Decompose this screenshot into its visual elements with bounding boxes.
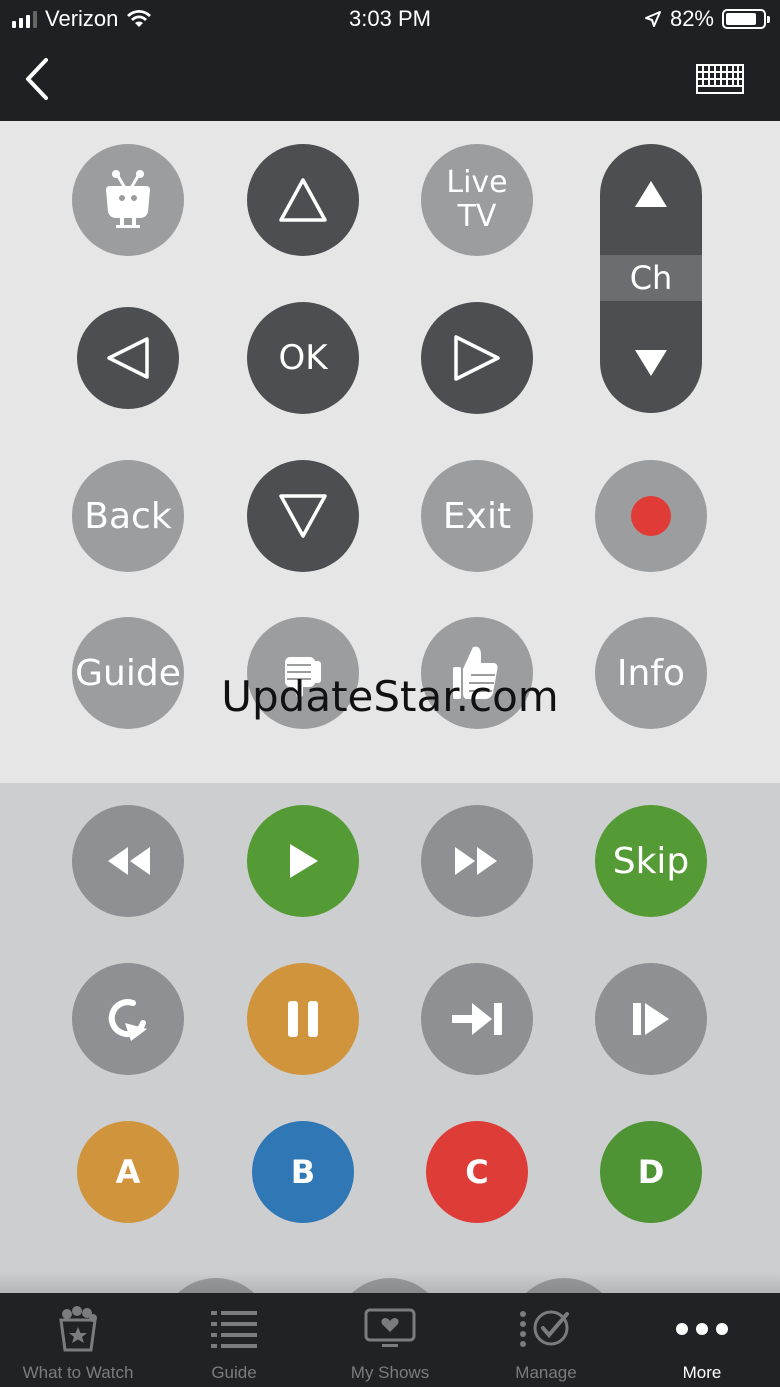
- guide-label: Guide: [75, 652, 181, 694]
- channel-control: Ch: [600, 144, 702, 413]
- back-label: Back: [84, 495, 172, 537]
- chevron-left-icon: [26, 58, 48, 100]
- tab-my-shows[interactable]: My Shows: [312, 1293, 468, 1387]
- replay-button[interactable]: [72, 963, 184, 1075]
- tab-label: What to Watch: [22, 1363, 134, 1382]
- triangle-up-solid-icon: [635, 181, 667, 207]
- c-button[interactable]: C: [426, 1121, 528, 1223]
- triangle-down-icon: [279, 494, 327, 538]
- skip-button[interactable]: Skip: [595, 805, 707, 917]
- a-label: A: [115, 1153, 141, 1191]
- pause-icon: [288, 1001, 318, 1037]
- tv-heart-icon: [364, 1303, 416, 1355]
- channel-up-button[interactable]: [600, 144, 702, 244]
- c-label: C: [465, 1153, 489, 1191]
- checklist-icon: [519, 1303, 573, 1355]
- up-button[interactable]: [247, 144, 359, 256]
- right-button[interactable]: [421, 302, 533, 414]
- info-button[interactable]: Info: [595, 617, 707, 729]
- left-button[interactable]: [77, 307, 179, 409]
- thumbs-up-button[interactable]: [421, 617, 533, 729]
- tab-label: Guide: [211, 1363, 257, 1382]
- ok-label: OK: [278, 338, 328, 378]
- tab-label: My Shows: [350, 1363, 430, 1382]
- tab-label: More: [682, 1363, 722, 1382]
- exit-label: Exit: [442, 495, 512, 537]
- list-icon: [211, 1303, 257, 1355]
- thumbs-up-icon: [453, 646, 498, 699]
- battery-icon: [722, 9, 770, 29]
- record-icon: [631, 496, 671, 536]
- ok-button[interactable]: OK: [247, 302, 359, 414]
- play-icon: [290, 844, 318, 878]
- rewind-icon: [108, 847, 150, 875]
- advance-button[interactable]: [421, 963, 533, 1075]
- tivo-logo-icon: [106, 170, 150, 228]
- live-tv-label-1: Live: [446, 165, 508, 200]
- tab-bar: What to Watch Guide My Shows Manage More: [0, 1293, 780, 1387]
- play-button[interactable]: [247, 805, 359, 917]
- rewind-button[interactable]: [72, 805, 184, 917]
- exit-button[interactable]: Exit: [421, 460, 533, 572]
- b-button[interactable]: B: [252, 1121, 354, 1223]
- advance-icon: [452, 1003, 502, 1035]
- slow-motion-button[interactable]: [595, 963, 707, 1075]
- more-dots-icon: [675, 1303, 729, 1355]
- fast-forward-button[interactable]: [421, 805, 533, 917]
- record-button[interactable]: [595, 460, 707, 572]
- tab-label: Manage: [515, 1363, 577, 1382]
- keyboard-button[interactable]: [696, 64, 744, 94]
- fast-forward-icon: [455, 847, 497, 875]
- tab-manage[interactable]: Manage: [468, 1293, 624, 1387]
- back-button[interactable]: [18, 54, 58, 104]
- tivo-button[interactable]: [72, 144, 184, 256]
- a-button[interactable]: A: [77, 1121, 179, 1223]
- keyboard-icon: [696, 64, 744, 94]
- tab-more[interactable]: More: [624, 1293, 780, 1387]
- skip-label: Skip: [612, 840, 690, 882]
- pause-button[interactable]: [247, 963, 359, 1075]
- live-tv-button[interactable]: Live TV: [421, 144, 533, 256]
- tab-what-to-watch[interactable]: What to Watch: [0, 1293, 156, 1387]
- triangle-right-icon: [454, 335, 500, 381]
- channel-label: Ch: [600, 255, 702, 301]
- d-button[interactable]: D: [600, 1121, 702, 1223]
- back-remote-button[interactable]: Back: [72, 460, 184, 572]
- scroll-shadow: [0, 1272, 780, 1293]
- nav-bar: [0, 40, 780, 121]
- status-bar: Verizon 3:03 PM 82%: [0, 0, 780, 40]
- triangle-left-icon: [107, 337, 149, 379]
- triangle-up-icon: [279, 178, 327, 222]
- location-arrow-icon: [644, 11, 661, 27]
- replay-icon: [108, 999, 147, 1041]
- tab-guide[interactable]: Guide: [156, 1293, 312, 1387]
- b-label: B: [290, 1153, 316, 1191]
- popcorn-star-icon: [55, 1303, 101, 1355]
- triangle-down-solid-icon: [635, 350, 667, 376]
- status-right: 82%: [644, 6, 770, 32]
- guide-button[interactable]: Guide: [72, 617, 184, 729]
- channel-down-button[interactable]: [600, 313, 702, 413]
- thumbs-down-icon: [285, 657, 321, 698]
- d-label: D: [637, 1153, 665, 1191]
- thumbs-down-button[interactable]: [247, 617, 359, 729]
- slow-motion-icon: [633, 1003, 669, 1035]
- live-tv-label-2: TV: [457, 199, 497, 234]
- info-label: Info: [616, 652, 686, 694]
- down-button[interactable]: [247, 460, 359, 572]
- battery-percent: 82%: [669, 6, 714, 31]
